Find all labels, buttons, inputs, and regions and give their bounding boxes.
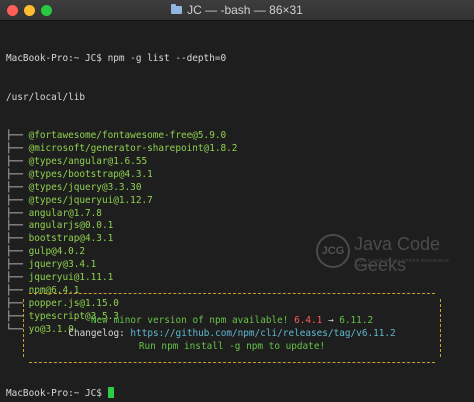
package-name: @types/angular@1.6.55 [28, 156, 148, 167]
package-name: @types/jquery@3.3.30 [28, 181, 142, 193]
update-notice: New minor version of npm available! [90, 315, 295, 326]
package-name: angularjs@0.0.1 [28, 220, 114, 232]
tree-branch: ├── [6, 233, 29, 245]
tree-branch: ├── [6, 143, 29, 155]
version-arrow: → [322, 315, 340, 326]
package-name: jquery@3.4.1 [28, 259, 97, 271]
window-title: JC — -bash — 86×31 [0, 3, 474, 17]
old-version: 6.4.1 [294, 315, 323, 326]
package-name: @fortawesome/fontawesome-free@5.9.0 [28, 130, 227, 142]
list-item: ├── @microsoft/generator-sharepoint@1.8.… [6, 143, 474, 156]
folder-icon [171, 4, 183, 14]
window-title-text: JC — -bash — 86×31 [187, 3, 303, 17]
tree-branch: ├── [6, 156, 29, 167]
root-path: /usr/local/lib [6, 91, 86, 103]
terminal-window: JC — -bash — 86×31 MacBook-Pro:~ JC$ npm… [0, 0, 474, 402]
list-item: ├── @types/bootstrap@4.3.1 [6, 169, 474, 182]
watermark-name: Java Code Geeks [354, 234, 441, 275]
package-name: angular@1.7.8 [28, 207, 102, 219]
package-name: @microsoft/generator-sharepoint@1.8.2 [28, 143, 238, 155]
package-name: jqueryui@1.11.1 [28, 272, 114, 284]
list-item: ├── @fortawesome/fontawesome-free@5.9.0 [6, 130, 474, 143]
list-item: ├── angular@1.7.8 [6, 208, 474, 221]
package-name: @types/jqueryui@1.12.7 [28, 194, 153, 206]
cursor-icon [107, 387, 114, 398]
package-name: gulp@4.0.2 [28, 246, 86, 258]
jcg-logo-icon: JCG [316, 234, 350, 268]
new-version: 6.11.2 [339, 315, 374, 326]
changelog-label: Changelog: [68, 328, 131, 339]
update-command-hint: Run npm install -g npm to update! [138, 341, 326, 352]
box-border-bottom [29, 362, 435, 363]
tree-branch: ├── [6, 246, 29, 258]
list-item: ├── @types/jqueryui@1.12.7 [6, 195, 474, 208]
box-border-top [29, 293, 435, 294]
final-prompt: MacBook-Pro:~ JC$ [6, 388, 108, 399]
tree-branch: ├── [6, 181, 29, 193]
tree-branch: ├── [6, 168, 29, 180]
update-notice-box: New minor version of npm available! 6.4.… [23, 293, 441, 363]
title-bar[interactable]: JC — -bash — 86×31 [0, 0, 474, 21]
tree-branch: ├── [6, 272, 29, 284]
package-name: @types/bootstrap@4.3.1 [28, 168, 153, 180]
tree-branch: ├── [6, 207, 29, 219]
tree-branch: ├── [6, 259, 29, 271]
list-item: ├── @types/angular@1.6.55 [6, 156, 474, 169]
tree-branch: ├── [6, 194, 29, 206]
update-notice-text: New minor version of npm available! 6.4.… [23, 314, 441, 353]
list-item: ├── @types/jquery@3.3.30 [6, 182, 474, 195]
changelog-link[interactable]: https://github.com/npm/cli/releases/tag/… [130, 328, 395, 339]
tree-branch: ├── [6, 220, 29, 232]
final-prompt-line[interactable]: MacBook-Pro:~ JC$ [6, 387, 114, 401]
changelog-line: Changelog: https://github.com/npm/cli/re… [23, 327, 441, 340]
watermark-tagline: JAVA 2 JAVA DEVELOPERS RESOURCE CENTER [354, 258, 450, 268]
package-name: bootstrap@4.3.1 [28, 233, 114, 245]
command-line: MacBook-Pro:~ JC$ npm -g list --depth=0 [6, 52, 227, 64]
watermark: JCG Java Code Geeks JAVA 2 JAVA DEVELOPE… [316, 230, 466, 276]
update-notice-line: New minor version of npm available! 6.4.… [23, 314, 441, 327]
tree-branch: ├── [6, 130, 29, 142]
